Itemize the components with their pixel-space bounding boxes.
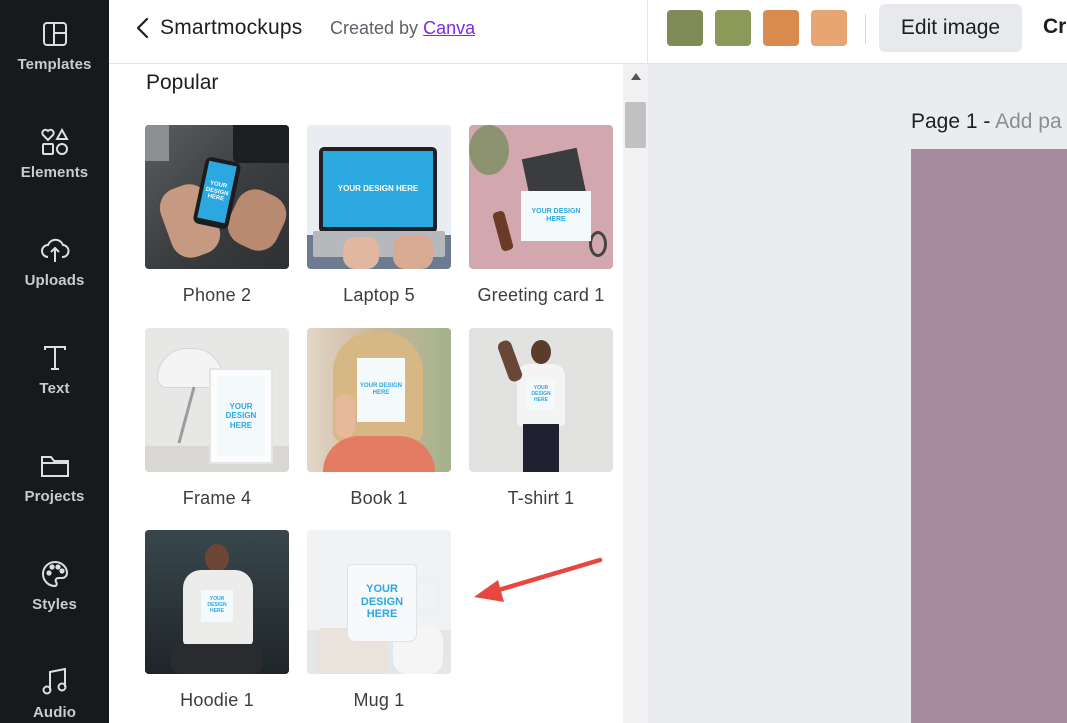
uploads-icon <box>40 238 69 262</box>
mockup-label: Book 1 <box>350 488 408 508</box>
color-swatch[interactable] <box>667 10 703 46</box>
annotation-arrow-icon <box>474 557 603 602</box>
sidebar-item-elements[interactable]: Elements <box>0 108 109 216</box>
design-page[interactable] <box>911 149 1067 723</box>
crop-button[interactable]: Cr <box>1043 15 1066 39</box>
sidebar-item-uploads[interactable]: Uploads <box>0 216 109 324</box>
scroll-up-arrow-icon[interactable] <box>631 73 641 80</box>
section-title: Popular <box>146 71 219 94</box>
sidebar-item-styles[interactable]: Styles <box>0 540 109 648</box>
sidebar-label: Elements <box>20 164 89 181</box>
design-placeholder: YOUR DESIGN HERE <box>323 151 433 227</box>
editor-toolbar: Edit image Cr <box>648 0 1067 64</box>
sidebar-label: Uploads <box>24 272 85 289</box>
design-placeholder: YOUR DESIGN HERE <box>527 380 555 410</box>
mockup-greeting-card-1[interactable]: YOUR DESIGN HERE <box>469 125 613 269</box>
color-swatch[interactable] <box>811 10 847 46</box>
left-sidebar: Templates Elements Uploads Text Projects… <box>0 0 109 723</box>
design-placeholder: YOUR DESIGN HERE <box>357 358 405 422</box>
mockup-phone-2[interactable]: YOUR DESIGN HERE <box>145 125 289 269</box>
styles-icon <box>41 560 68 588</box>
mockup-laptop-5[interactable]: YOUR DESIGN HERE <box>307 125 451 269</box>
add-page-title[interactable]: Add pa <box>995 110 1062 133</box>
sidebar-item-audio[interactable]: Audio <box>0 648 109 723</box>
mockup-label: Greeting card 1 <box>477 285 605 305</box>
back-chevron-icon[interactable] <box>133 16 153 40</box>
mockup-book-1[interactable]: YOUR DESIGN HERE <box>307 328 451 472</box>
scroll-thumb[interactable] <box>625 102 646 148</box>
mockup-label: T-shirt 1 <box>507 488 575 508</box>
mockup-label: Frame 4 <box>182 488 252 508</box>
canvas-area: Page 1 - Add pa <box>648 64 1067 723</box>
sidebar-label: Audio <box>33 704 76 721</box>
design-placeholder: YOUR DESIGN HERE <box>217 376 265 456</box>
elements-icon <box>40 127 69 155</box>
mockup-frame-4[interactable]: YOUR DESIGN HERE <box>145 328 289 472</box>
page-label: Page 1 - Add pa <box>911 110 1062 134</box>
mockup-label: Phone 2 <box>182 285 252 305</box>
panel-title: Smartmockups <box>160 16 303 39</box>
sidebar-label: Styles <box>32 596 77 613</box>
mockup-label: Laptop 5 <box>343 285 415 305</box>
color-swatch[interactable] <box>715 10 751 46</box>
design-placeholder: YOUR DESIGN HERE <box>351 568 413 636</box>
design-placeholder: YOUR DESIGN HERE <box>521 191 591 241</box>
sidebar-item-text[interactable]: Text <box>0 324 109 432</box>
mockup-label: Hoodie 1 <box>180 690 254 710</box>
panel-scrollbar[interactable] <box>623 64 648 723</box>
sidebar-label: Projects <box>24 488 85 505</box>
sidebar-label: Templates <box>17 56 92 73</box>
mockup-tshirt-1[interactable]: YOUR DESIGN HERE <box>469 328 613 472</box>
text-icon <box>43 346 66 370</box>
page-number: Page 1 - <box>911 110 991 133</box>
projects-icon <box>40 456 69 477</box>
mockup-hoodie-1[interactable]: YOUR DESIGN HERE <box>145 530 289 674</box>
created-by-label: Created by <box>330 18 419 38</box>
created-by: Created by Canva <box>330 18 475 39</box>
design-placeholder: YOUR DESIGN HERE <box>201 590 233 622</box>
audio-icon <box>42 667 66 695</box>
sidebar-label: Text <box>39 380 70 397</box>
toolbar-divider <box>865 14 866 44</box>
panel-header: Smartmockups Created by Canva <box>109 0 648 64</box>
smartmockups-panel: Smartmockups Created by Canva Popular YO… <box>109 0 648 723</box>
sidebar-item-projects[interactable]: Projects <box>0 432 109 540</box>
mockup-mug-1[interactable]: YOUR DESIGN HERE <box>307 530 451 674</box>
sidebar-item-templates[interactable]: Templates <box>0 0 109 108</box>
color-swatch[interactable] <box>763 10 799 46</box>
templates-icon <box>42 22 67 46</box>
canva-link[interactable]: Canva <box>423 18 475 38</box>
mockup-label: Mug 1 <box>353 690 405 710</box>
edit-image-button[interactable]: Edit image <box>879 4 1022 52</box>
